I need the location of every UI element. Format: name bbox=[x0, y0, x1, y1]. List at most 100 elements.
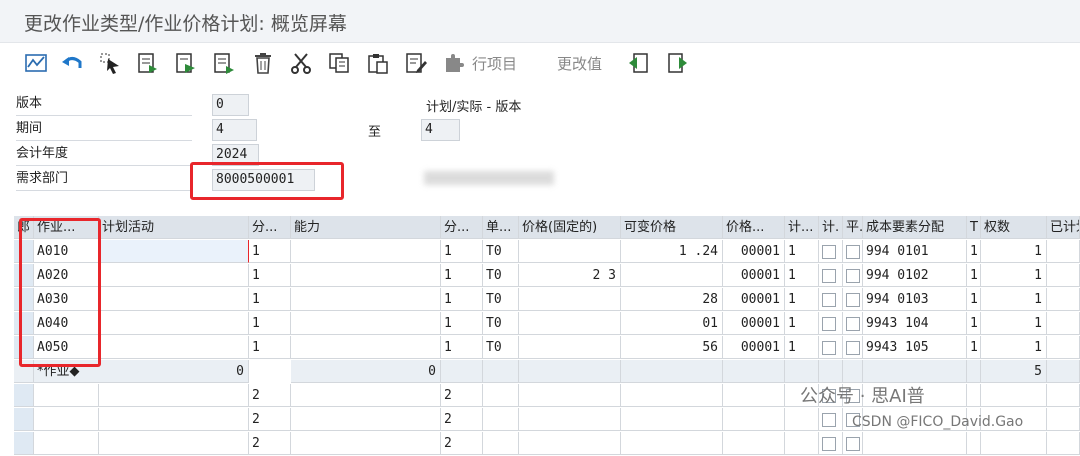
type-cell[interactable]: 1 bbox=[967, 240, 981, 263]
checkbox[interactable] bbox=[822, 244, 836, 259]
variable-price-cell[interactable]: 28 bbox=[621, 288, 723, 311]
table-cell[interactable] bbox=[1047, 408, 1080, 431]
table-cell[interactable] bbox=[34, 408, 99, 431]
planned-activity-input[interactable] bbox=[99, 264, 249, 287]
table-cell[interactable] bbox=[99, 384, 249, 407]
type-cell[interactable]: 1 bbox=[967, 336, 981, 359]
capacity-input[interactable] bbox=[291, 264, 441, 287]
checkbox-cell[interactable] bbox=[819, 432, 843, 455]
select-icon[interactable] bbox=[98, 51, 122, 75]
distribution-key-cell[interactable]: 1 bbox=[441, 264, 483, 287]
row-selector[interactable] bbox=[14, 432, 34, 455]
table-cell[interactable] bbox=[291, 384, 441, 407]
checkbox[interactable] bbox=[846, 292, 860, 307]
unit-cell[interactable]: T0 bbox=[483, 240, 519, 263]
table-cell[interactable] bbox=[291, 408, 441, 431]
planned-cell[interactable] bbox=[1047, 240, 1080, 263]
table-cell[interactable] bbox=[723, 384, 785, 407]
weight-cell[interactable]: 1 bbox=[981, 240, 1047, 263]
column-header[interactable]: T bbox=[967, 216, 981, 239]
column-header[interactable]: 单... bbox=[483, 216, 519, 239]
table-cell[interactable] bbox=[621, 384, 723, 407]
planned-cell[interactable] bbox=[1047, 312, 1080, 335]
capacity-input[interactable] bbox=[291, 312, 441, 335]
table-cell[interactable] bbox=[99, 408, 249, 431]
checkbox-cell[interactable] bbox=[819, 264, 843, 287]
fixed-price-cell[interactable] bbox=[519, 240, 621, 263]
checkbox-cell[interactable] bbox=[843, 240, 863, 263]
price-unit-cell[interactable]: 00001 bbox=[723, 288, 785, 311]
calc-indicator-cell[interactable]: 1 bbox=[785, 312, 819, 335]
checkbox[interactable] bbox=[846, 268, 860, 283]
forward-nav-icon[interactable] bbox=[666, 51, 690, 75]
column-header[interactable]: 成本要素分配 bbox=[863, 216, 967, 239]
checkbox-cell[interactable] bbox=[843, 288, 863, 311]
column-header[interactable]: 计划活动 bbox=[99, 216, 249, 239]
table-cell[interactable] bbox=[34, 384, 99, 407]
price-unit-cell[interactable]: 00001 bbox=[723, 336, 785, 359]
fixed-price-cell[interactable] bbox=[519, 336, 621, 359]
copy-icon[interactable] bbox=[327, 51, 351, 75]
table-cell[interactable] bbox=[99, 432, 249, 455]
checkbox-cell[interactable] bbox=[843, 432, 863, 455]
fixed-price-cell[interactable]: 2 3 bbox=[519, 264, 621, 287]
checkbox[interactable] bbox=[822, 316, 836, 331]
distribution-key-cell[interactable]: 1 bbox=[441, 336, 483, 359]
unit-cell[interactable]: T0 bbox=[483, 336, 519, 359]
type-cell[interactable]: 1 bbox=[967, 312, 981, 335]
checkbox-cell[interactable] bbox=[819, 312, 843, 335]
weight-cell[interactable]: 1 bbox=[981, 288, 1047, 311]
distribution-key-cell[interactable]: 2 bbox=[249, 432, 291, 455]
column-header[interactable]: 可变价格 bbox=[621, 216, 723, 239]
planned-cell[interactable] bbox=[1047, 264, 1080, 287]
planned-activity-input[interactable] bbox=[99, 240, 249, 263]
table-cell[interactable] bbox=[483, 432, 519, 455]
distribution-key-cell[interactable]: 1 bbox=[249, 288, 291, 311]
planned-activity-input[interactable] bbox=[99, 336, 249, 359]
planned-cell[interactable] bbox=[1047, 336, 1080, 359]
distribution-key-cell[interactable]: 2 bbox=[441, 384, 483, 407]
weight-cell[interactable]: 1 bbox=[981, 264, 1047, 287]
table-cell[interactable] bbox=[981, 384, 1047, 407]
table-cell[interactable] bbox=[981, 432, 1047, 455]
price-unit-cell[interactable]: 00001 bbox=[723, 312, 785, 335]
variable-price-cell[interactable] bbox=[621, 264, 723, 287]
checkbox[interactable] bbox=[822, 436, 836, 451]
column-header[interactable]: 已计划 bbox=[1047, 216, 1080, 239]
distribution-key-cell[interactable]: 2 bbox=[441, 408, 483, 431]
export-green-icon[interactable] bbox=[174, 51, 198, 75]
checkbox-cell[interactable] bbox=[819, 408, 843, 431]
column-header[interactable]: 权数 bbox=[981, 216, 1047, 239]
paste-icon[interactable] bbox=[366, 51, 390, 75]
planned-activity-input[interactable] bbox=[99, 288, 249, 311]
checkbox[interactable] bbox=[822, 268, 836, 283]
table-cell[interactable] bbox=[483, 384, 519, 407]
checkbox[interactable] bbox=[822, 340, 836, 355]
column-header[interactable]: 价格... bbox=[723, 216, 785, 239]
checkbox[interactable] bbox=[822, 412, 836, 427]
distribution-key-cell[interactable]: 2 bbox=[249, 408, 291, 431]
checkbox[interactable] bbox=[846, 340, 860, 355]
type-cell[interactable]: 1 bbox=[967, 288, 981, 311]
price-unit-cell[interactable]: 00001 bbox=[723, 264, 785, 287]
table-cell[interactable] bbox=[967, 432, 981, 455]
change-value-button[interactable]: 更改值 bbox=[557, 53, 602, 74]
column-header[interactable]: 平. bbox=[843, 216, 863, 239]
row-selector[interactable] bbox=[14, 384, 34, 407]
distribution-key-cell[interactable]: 1 bbox=[249, 240, 291, 263]
capacity-input[interactable] bbox=[291, 288, 441, 311]
table-cell[interactable] bbox=[1047, 384, 1080, 407]
variable-price-cell[interactable]: 1 .24 bbox=[621, 240, 723, 263]
table-cell[interactable] bbox=[519, 384, 621, 407]
line-items-button[interactable]: 行项目 bbox=[472, 53, 517, 74]
column-header[interactable]: 能力 bbox=[291, 216, 441, 239]
planned-activity-input[interactable] bbox=[99, 312, 249, 335]
table-cell[interactable] bbox=[723, 432, 785, 455]
cost-element-cell[interactable]: 9943 104 bbox=[863, 312, 967, 335]
table-cell[interactable] bbox=[483, 408, 519, 431]
distribution-key-cell[interactable]: 1 bbox=[441, 312, 483, 335]
distribution-key-cell[interactable]: 1 bbox=[249, 264, 291, 287]
fixed-price-cell[interactable] bbox=[519, 288, 621, 311]
weight-cell[interactable]: 1 bbox=[981, 312, 1047, 335]
distribution-key-cell[interactable]: 1 bbox=[441, 240, 483, 263]
